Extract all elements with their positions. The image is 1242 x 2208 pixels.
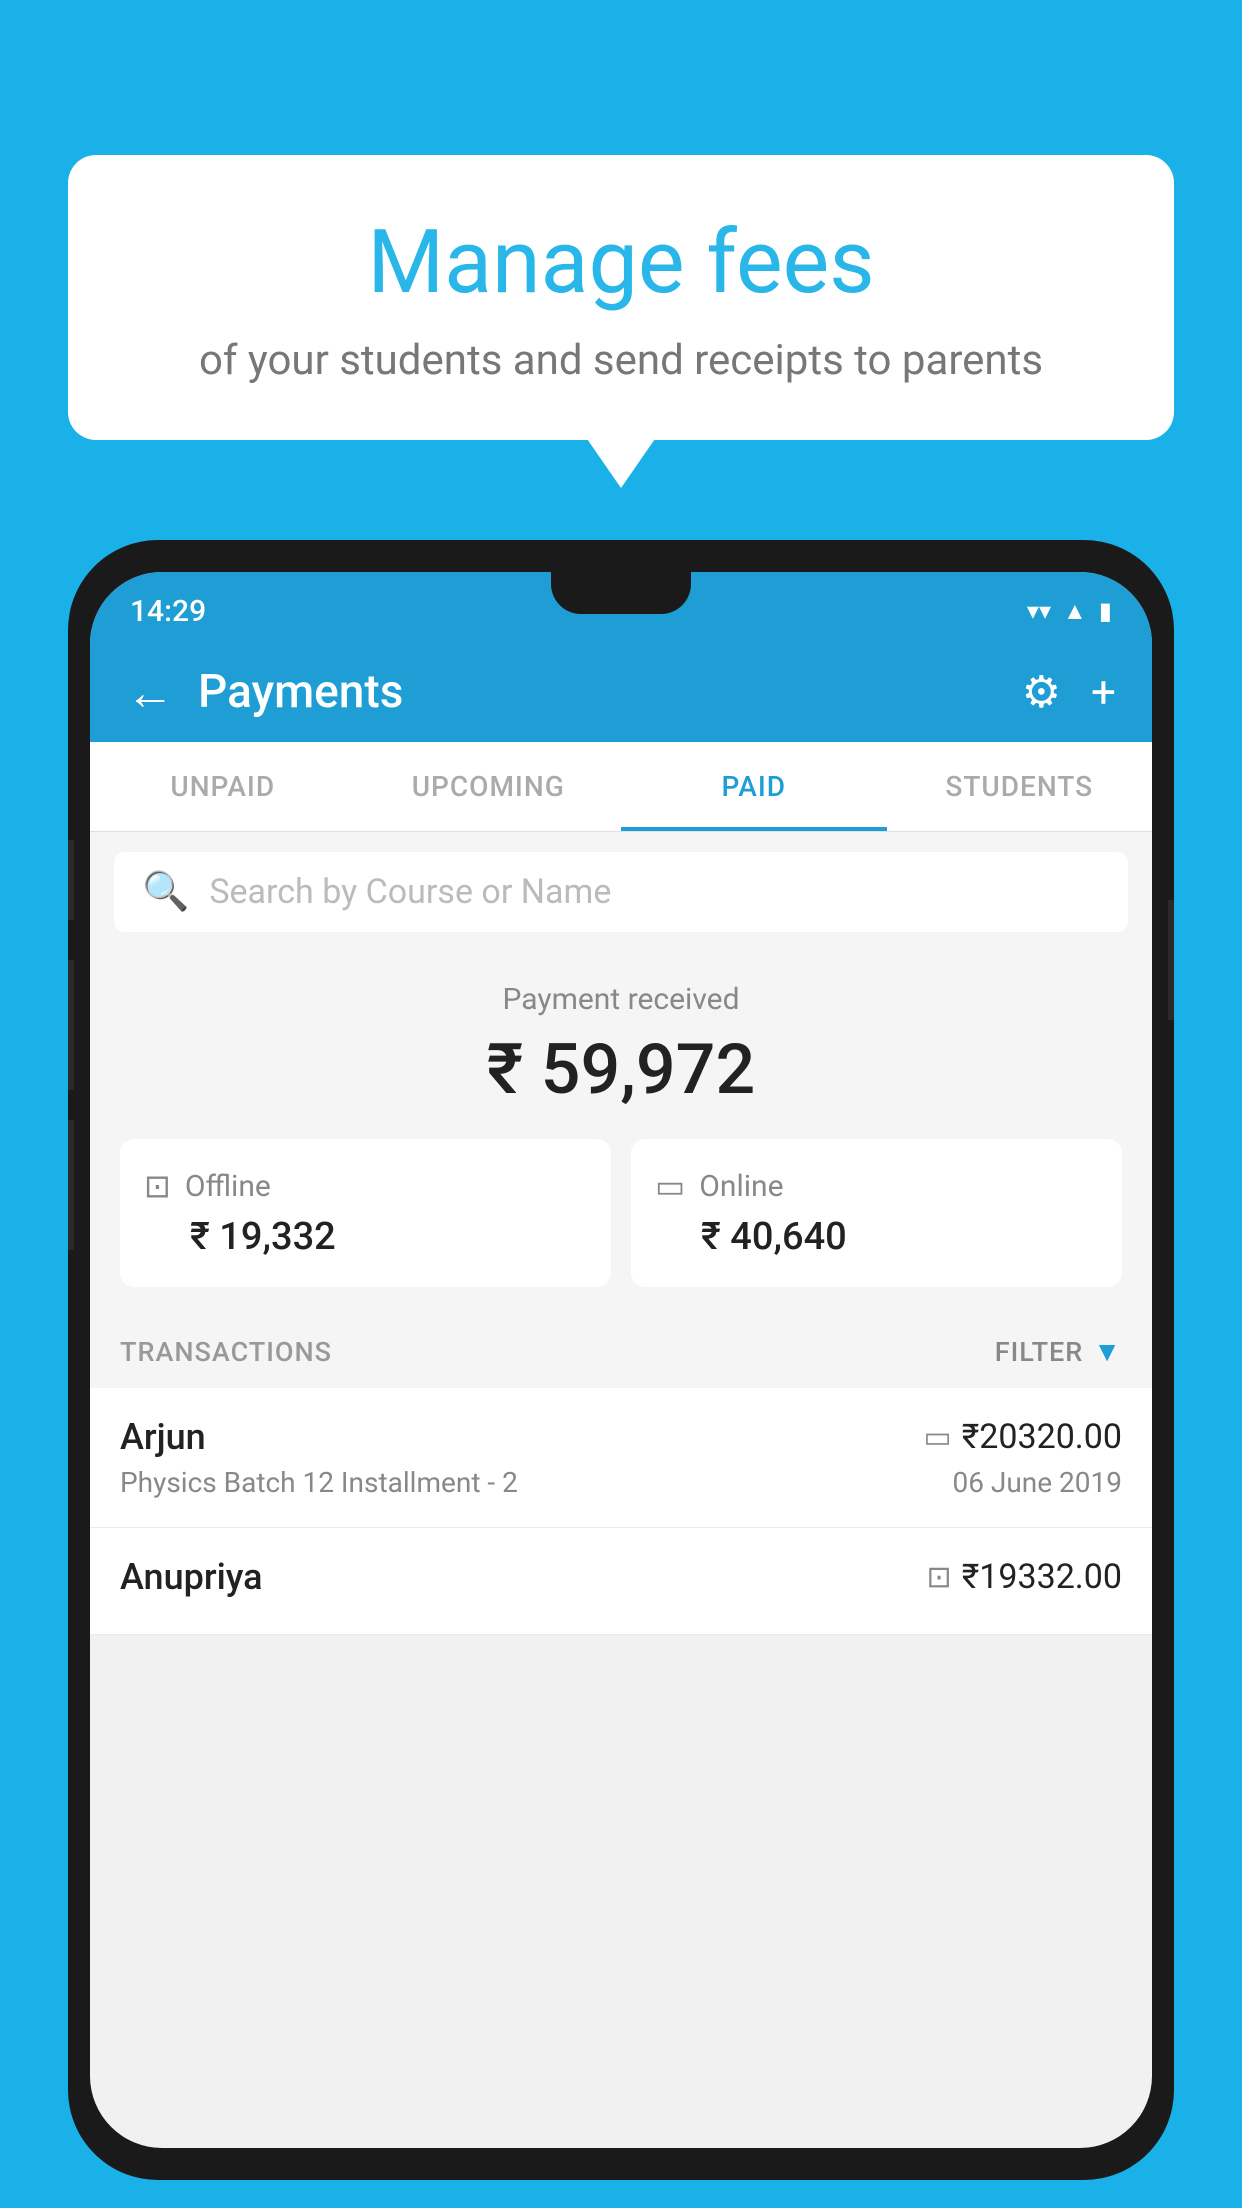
online-icon: ▭ bbox=[655, 1167, 685, 1205]
cash-icon: ⊡ bbox=[927, 1560, 952, 1595]
transactions-label: TRANSACTIONS bbox=[120, 1336, 332, 1368]
online-amount: ₹ 40,640 bbox=[701, 1215, 847, 1259]
app-bar: ← Payments ⚙ + bbox=[90, 642, 1152, 742]
phone-side-btn-left-3 bbox=[68, 1120, 74, 1250]
transactions-header: TRANSACTIONS FILTER ▼ bbox=[90, 1315, 1152, 1388]
offline-card: ⊡ Offline ₹ 19,332 bbox=[120, 1139, 611, 1287]
transaction-row-top: Arjun ▭ ₹20320.00 bbox=[120, 1416, 1122, 1458]
filter-icon: ▼ bbox=[1093, 1335, 1122, 1368]
offline-icon: ⊡ bbox=[144, 1167, 171, 1205]
card-icon: ▭ bbox=[923, 1420, 951, 1455]
gear-icon[interactable]: ⚙ bbox=[1022, 666, 1061, 718]
payment-received-label: Payment received bbox=[120, 982, 1122, 1017]
phone-side-btn-left-2 bbox=[68, 960, 74, 1090]
phone-screen: 14:29 ▾▾ ▲ ▮ ← Payments ⚙ + UNPAID UPCOM… bbox=[90, 572, 1152, 2148]
battery-icon: ▮ bbox=[1099, 597, 1112, 625]
search-placeholder: Search by Course or Name bbox=[209, 872, 611, 912]
phone-side-btn-left-1 bbox=[68, 840, 74, 920]
tab-upcoming[interactable]: UPCOMING bbox=[356, 742, 622, 831]
search-bar-container: 🔍 Search by Course or Name bbox=[90, 832, 1152, 952]
transaction-row-bottom: Physics Batch 12 Installment - 2 06 June… bbox=[120, 1466, 1122, 1499]
search-bar[interactable]: 🔍 Search by Course or Name bbox=[114, 852, 1128, 932]
status-icons: ▾▾ ▲ ▮ bbox=[1027, 597, 1112, 626]
phone-notch bbox=[551, 572, 691, 614]
online-label: Online bbox=[699, 1169, 783, 1204]
app-bar-actions: ⚙ + bbox=[1022, 666, 1116, 718]
signal-icon: ▲ bbox=[1063, 597, 1087, 626]
transaction-amount: ₹19332.00 bbox=[962, 1557, 1122, 1597]
speech-bubble: Manage fees of your students and send re… bbox=[68, 155, 1174, 440]
online-card: ▭ Online ₹ 40,640 bbox=[631, 1139, 1122, 1287]
transactions-list: Arjun ▭ ₹20320.00 Physics Batch 12 Insta… bbox=[90, 1388, 1152, 1635]
offline-label: Offline bbox=[185, 1169, 271, 1204]
tab-unpaid[interactable]: UNPAID bbox=[90, 742, 356, 831]
transaction-amount-container: ⊡ ₹19332.00 bbox=[927, 1557, 1122, 1597]
online-card-header: ▭ Online bbox=[655, 1167, 784, 1205]
table-row[interactable]: Anupriya ⊡ ₹19332.00 bbox=[90, 1528, 1152, 1635]
status-time: 14:29 bbox=[130, 594, 206, 629]
wifi-icon: ▾▾ bbox=[1027, 597, 1051, 625]
search-icon: 🔍 bbox=[142, 870, 189, 914]
transaction-row-top: Anupriya ⊡ ₹19332.00 bbox=[120, 1556, 1122, 1598]
bubble-subtitle: of your students and send receipts to pa… bbox=[118, 336, 1124, 385]
phone-frame: 14:29 ▾▾ ▲ ▮ ← Payments ⚙ + UNPAID UPCOM… bbox=[68, 540, 1174, 2180]
tab-paid[interactable]: PAID bbox=[621, 742, 887, 831]
back-button[interactable]: ← bbox=[126, 664, 174, 721]
transaction-amount-container: ▭ ₹20320.00 bbox=[923, 1417, 1122, 1457]
transaction-date: 06 June 2019 bbox=[952, 1466, 1122, 1499]
add-icon[interactable]: + bbox=[1091, 666, 1116, 718]
offline-amount: ₹ 19,332 bbox=[190, 1215, 336, 1259]
filter-button[interactable]: FILTER ▼ bbox=[995, 1335, 1122, 1368]
payment-total-amount: ₹ 59,972 bbox=[120, 1029, 1122, 1111]
transaction-name: Arjun bbox=[120, 1416, 206, 1458]
payment-summary: Payment received ₹ 59,972 ⊡ Offline ₹ 19… bbox=[90, 952, 1152, 1315]
transaction-course: Physics Batch 12 Installment - 2 bbox=[120, 1466, 518, 1499]
tab-students[interactable]: STUDENTS bbox=[887, 742, 1153, 831]
bubble-title: Manage fees bbox=[118, 215, 1124, 312]
transaction-amount: ₹20320.00 bbox=[962, 1417, 1122, 1457]
app-bar-title: Payments bbox=[198, 665, 998, 719]
offline-card-header: ⊡ Offline bbox=[144, 1167, 271, 1205]
phone-side-btn-right bbox=[1168, 900, 1174, 1020]
payment-cards: ⊡ Offline ₹ 19,332 ▭ Online ₹ 40,640 bbox=[120, 1139, 1122, 1287]
tabs: UNPAID UPCOMING PAID STUDENTS bbox=[90, 742, 1152, 832]
table-row[interactable]: Arjun ▭ ₹20320.00 Physics Batch 12 Insta… bbox=[90, 1388, 1152, 1528]
transaction-name: Anupriya bbox=[120, 1556, 263, 1598]
